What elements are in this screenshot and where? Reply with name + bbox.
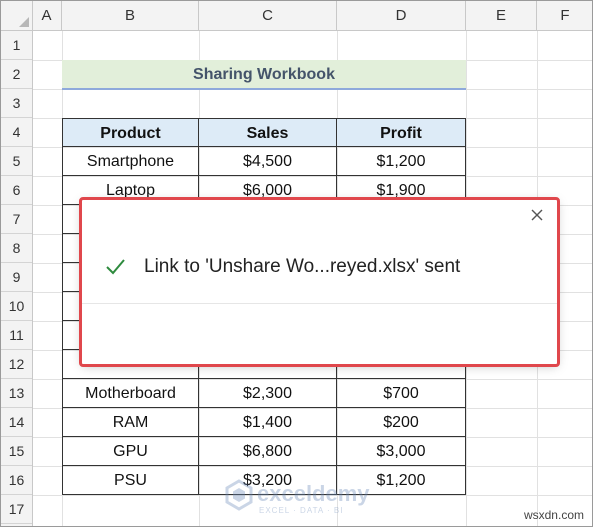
row-header-8[interactable]: 8 bbox=[1, 234, 32, 263]
cell-sales[interactable]: $6,800 bbox=[199, 437, 337, 466]
cell-product[interactable]: Smartphone bbox=[62, 147, 199, 176]
row-header-3[interactable]: 3 bbox=[1, 89, 32, 118]
row-header-13[interactable]: 13 bbox=[1, 379, 32, 408]
column-header-f[interactable]: F bbox=[537, 1, 592, 30]
select-all-corner[interactable] bbox=[1, 1, 33, 30]
cell-profit[interactable]: $3,000 bbox=[337, 437, 466, 466]
watermark-tagline: EXCEL · DATA · BI bbox=[259, 506, 344, 515]
site-tag: wsxdn.com bbox=[523, 508, 584, 522]
cell-sales[interactable]: $4,500 bbox=[199, 147, 337, 176]
header-profit[interactable]: Profit bbox=[337, 118, 466, 147]
column-header-b[interactable]: B bbox=[62, 1, 199, 30]
row-header-9[interactable]: 9 bbox=[1, 263, 32, 292]
header-sales[interactable]: Sales bbox=[199, 118, 337, 147]
row-header-12[interactable]: 12 bbox=[1, 350, 32, 379]
cell-sales[interactable]: $1,400 bbox=[199, 408, 337, 437]
cell-sales[interactable]: $2,300 bbox=[199, 379, 337, 408]
header-product[interactable]: Product bbox=[62, 118, 199, 147]
row-header-10[interactable]: 10 bbox=[1, 292, 32, 321]
highlight-box bbox=[79, 197, 560, 367]
row-header-6[interactable]: 6 bbox=[1, 176, 32, 205]
row-header-7[interactable]: 7 bbox=[1, 205, 32, 234]
cell-profit[interactable]: $700 bbox=[337, 379, 466, 408]
cell-product[interactable]: PSU bbox=[62, 466, 199, 495]
row-header-17[interactable]: 17 bbox=[1, 495, 32, 524]
row-header-4[interactable]: 4 bbox=[1, 118, 32, 147]
row-header-11[interactable]: 11 bbox=[1, 321, 32, 350]
cell-product[interactable]: GPU bbox=[62, 437, 199, 466]
cell-product[interactable]: Motherboard bbox=[62, 379, 199, 408]
cell-product[interactable]: RAM bbox=[62, 408, 199, 437]
select-all-triangle-icon bbox=[19, 17, 29, 27]
cell-profit[interactable]: $1,200 bbox=[337, 147, 466, 176]
title-underline bbox=[62, 88, 466, 90]
row-header-14[interactable]: 14 bbox=[1, 408, 32, 437]
cell-profit[interactable]: $200 bbox=[337, 408, 466, 437]
row-header-15[interactable]: 15 bbox=[1, 437, 32, 466]
column-header-d[interactable]: D bbox=[337, 1, 466, 30]
row-header-2[interactable]: 2 bbox=[1, 60, 32, 89]
sheet-title[interactable]: Sharing Workbook bbox=[62, 60, 466, 88]
column-header-a[interactable]: A bbox=[32, 1, 62, 30]
exceldemy-logo-icon bbox=[225, 479, 253, 511]
column-header-c[interactable]: C bbox=[199, 1, 337, 30]
exceldemy-watermark: exceldemy EXCEL · DATA · BI bbox=[225, 479, 385, 519]
row-header-16[interactable]: 16 bbox=[1, 466, 32, 495]
row-header-bar: 1 2 3 4 5 6 7 8 9 10 11 12 13 14 15 16 1… bbox=[1, 31, 33, 526]
column-header-e[interactable]: E bbox=[466, 1, 537, 30]
column-header-bar: A B C D E F bbox=[1, 1, 592, 31]
watermark-name: exceldemy bbox=[257, 481, 370, 506]
row-header-5[interactable]: 5 bbox=[1, 147, 32, 176]
row-header-1[interactable]: 1 bbox=[1, 31, 32, 60]
